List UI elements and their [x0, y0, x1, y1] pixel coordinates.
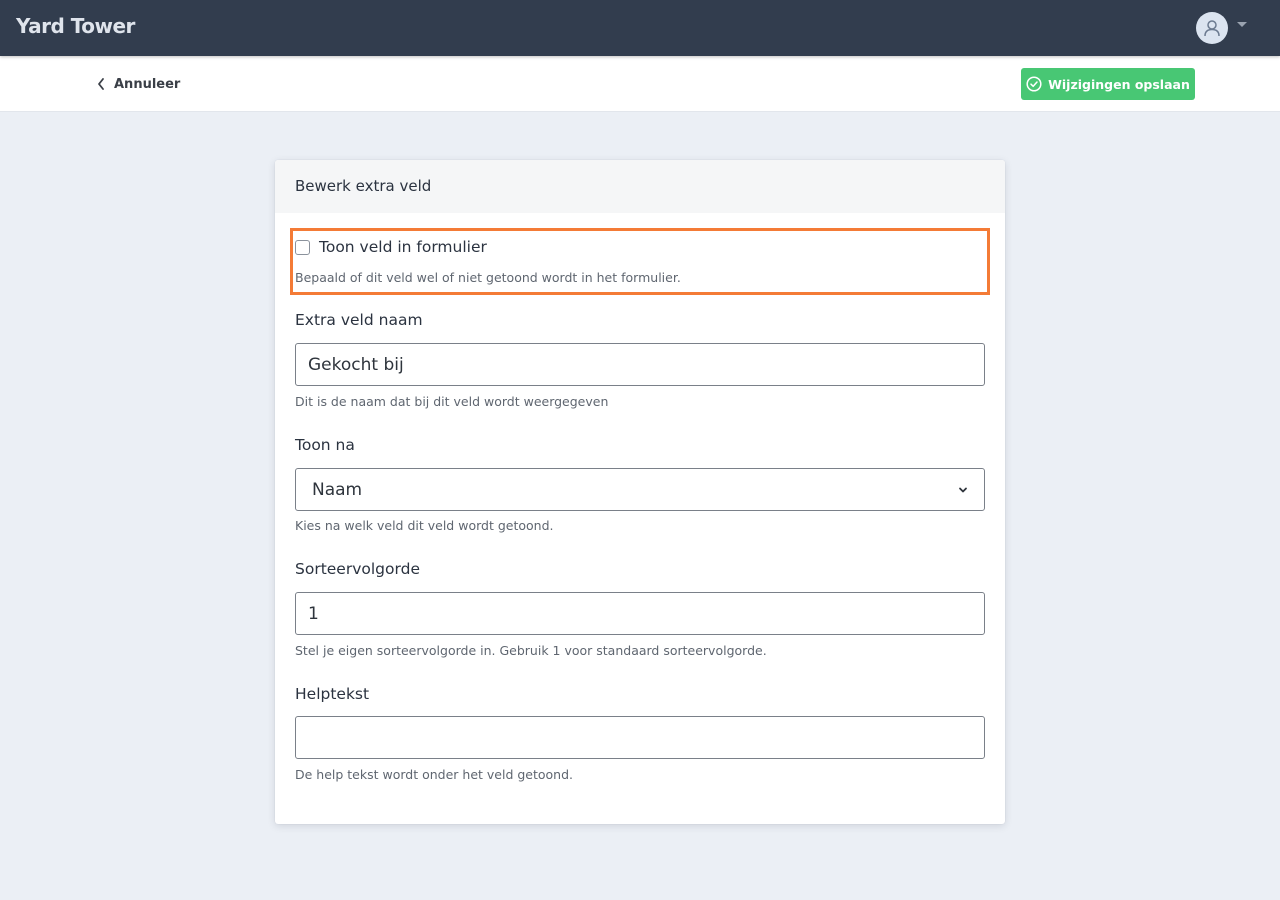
- show-field-help: Bepaald of dit veld wel of niet getoond …: [295, 270, 681, 285]
- save-label: Wijzigingen opslaan: [1048, 76, 1190, 92]
- sort-order-help: Stel je eigen sorteervolgorde in. Gebrui…: [295, 643, 767, 658]
- show-after-value: Naam: [312, 479, 363, 500]
- show-after-select[interactable]: Naam: [295, 468, 985, 511]
- check-circle-icon: [1026, 76, 1042, 92]
- cancel-label: Annuleer: [114, 76, 181, 92]
- user-avatar[interactable]: [1196, 12, 1228, 44]
- field-name-input[interactable]: Gekocht bij: [295, 343, 985, 386]
- user-icon: [1204, 20, 1220, 37]
- top-navbar: Yard Tower: [0, 0, 1280, 56]
- show-field-label[interactable]: Toon veld in formulier: [319, 238, 487, 256]
- help-text-help: De help tekst wordt onder het veld getoo…: [295, 767, 574, 782]
- chevron-left-icon: [98, 78, 104, 90]
- cancel-button[interactable]: Annuleer: [96, 74, 180, 94]
- app-logo[interactable]: Yard Tower: [16, 14, 135, 38]
- field-name-help: Dit is de naam dat bij dit veld wordt we…: [295, 394, 609, 409]
- field-name-label: Extra veld naam: [295, 311, 423, 329]
- card-title: Bewerk extra veld: [275, 160, 1005, 213]
- show-field-row: Toon veld in formulier: [295, 238, 487, 256]
- save-changes-button[interactable]: Wijzigingen opslaan: [1021, 68, 1195, 100]
- action-bar: Annuleer Wijzigingen opslaan: [0, 56, 1280, 112]
- show-after-label: Toon na: [295, 436, 355, 454]
- chevron-down-icon: [959, 487, 967, 492]
- show-field-checkbox[interactable]: [295, 239, 310, 255]
- edit-field-card: Bewerk extra veld Toon veld in formulier…: [275, 160, 1005, 824]
- sort-order-label: Sorteervolgorde: [295, 560, 420, 578]
- show-after-help: Kies na welk veld dit veld wordt getoond…: [295, 518, 554, 533]
- help-text-input[interactable]: [295, 716, 985, 759]
- sort-order-input[interactable]: 1: [295, 592, 985, 635]
- help-text-label: Helptekst: [295, 685, 370, 703]
- caret-down-icon[interactable]: [1237, 22, 1247, 27]
